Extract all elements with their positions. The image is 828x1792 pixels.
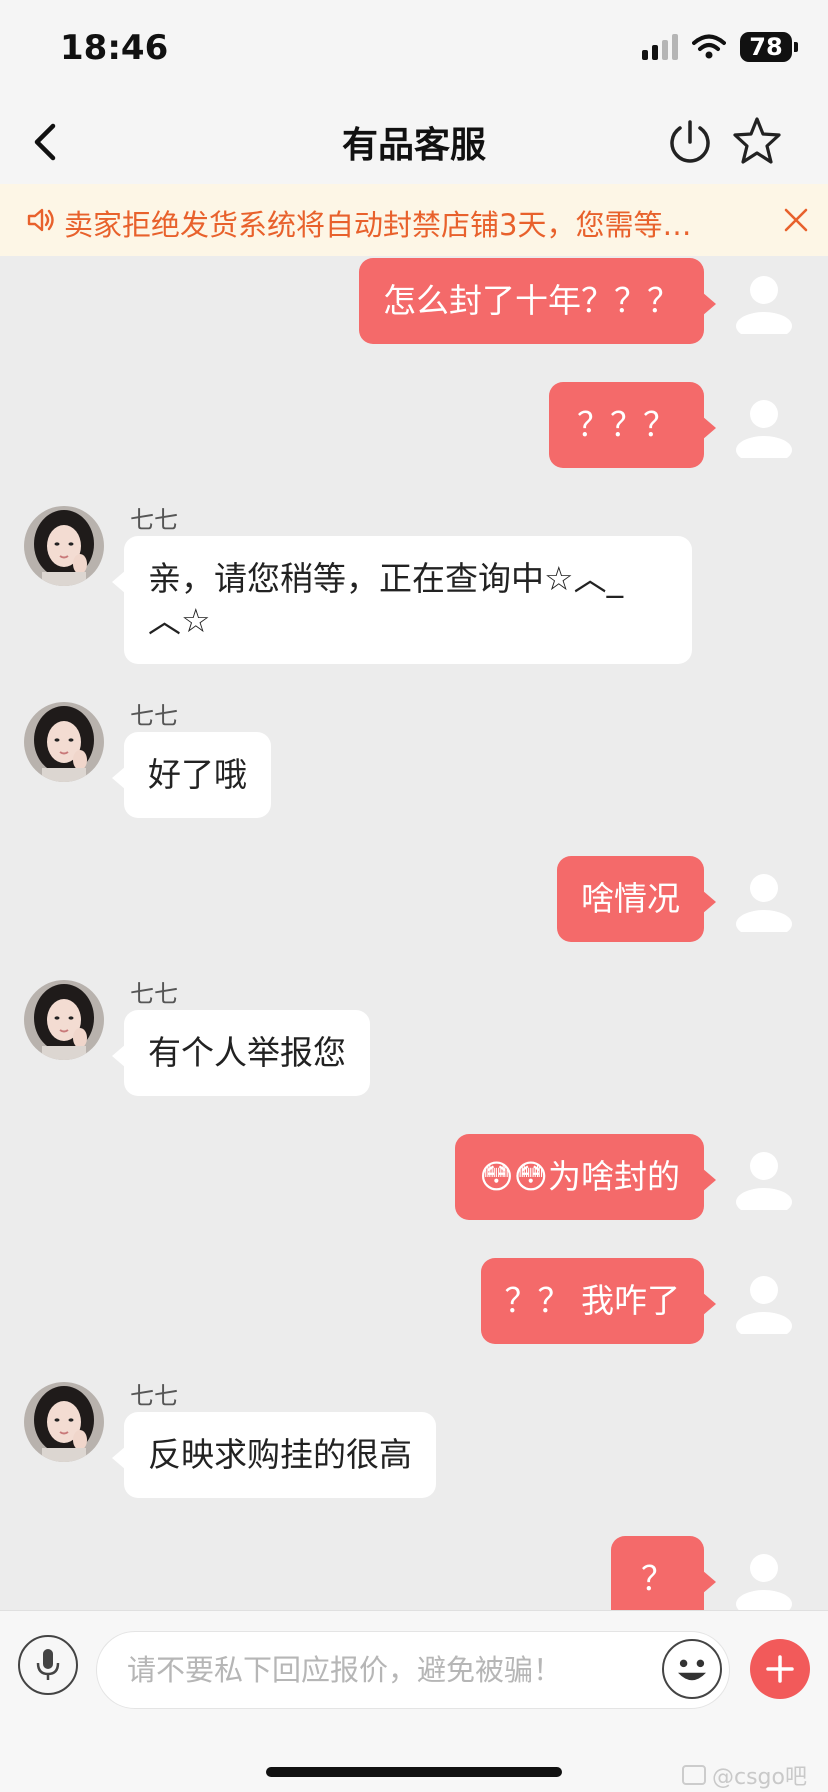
emoji-icon[interactable]: [662, 1639, 722, 1699]
agent-avatar[interactable]: [24, 980, 104, 1060]
outgoing-message[interactable]: ？？？: [549, 382, 716, 468]
add-attachment-button[interactable]: [750, 1639, 810, 1699]
power-icon[interactable]: [664, 116, 716, 168]
sender-name: 七七: [130, 702, 178, 730]
outgoing-message[interactable]: 😳😳为啥封的: [455, 1134, 716, 1220]
voice-input-button[interactable]: [18, 1635, 78, 1695]
user-avatar-icon[interactable]: [732, 394, 796, 458]
incoming-message[interactable]: 有个人举报您: [112, 1010, 370, 1096]
agent-avatar-image: [24, 506, 104, 586]
star-outline-icon[interactable]: [730, 114, 784, 168]
sender-name: 七七: [130, 1382, 178, 1410]
incoming-message[interactable]: 好了哦: [112, 732, 271, 818]
watermark-logo-icon: [682, 1765, 706, 1785]
user-avatar-icon[interactable]: [732, 270, 796, 334]
message-input[interactable]: [96, 1631, 730, 1709]
outgoing-message[interactable]: 怎么封了十年？？？: [359, 258, 716, 344]
agent-avatar-image: [24, 702, 104, 782]
incoming-message[interactable]: 亲，请您稍等，正在查询中☆︿_︿☆: [112, 536, 692, 664]
agent-avatar[interactable]: [24, 702, 104, 782]
incoming-message[interactable]: 反映求购挂的很高: [112, 1412, 436, 1498]
outgoing-message[interactable]: ？: [611, 1536, 716, 1610]
user-avatar-icon[interactable]: [732, 1146, 796, 1210]
status-bar: 18:46 78: [0, 0, 828, 100]
watermark: @csgo吧: [682, 1759, 807, 1791]
sender-name: 七七: [130, 980, 178, 1008]
agent-avatar[interactable]: [24, 1382, 104, 1462]
user-avatar-icon[interactable]: [732, 1270, 796, 1334]
agent-avatar[interactable]: [24, 506, 104, 586]
notice-banner[interactable]: 卖家拒绝发货系统将自动封禁店铺3天，您需等…: [0, 184, 828, 256]
agent-avatar-image: [24, 980, 104, 1060]
outgoing-message[interactable]: ？？ 我咋了: [480, 1258, 716, 1344]
notice-text: 卖家拒绝发货系统将自动封禁店铺3天，您需等…: [64, 208, 692, 242]
chat-area[interactable]: 怎么封了十年？？？ ？？？ 七七 亲，请您稍等，正在查询中☆︿_︿☆ 七七 好了…: [0, 256, 828, 1610]
agent-avatar-image: [24, 1382, 104, 1462]
user-avatar-icon[interactable]: [732, 1548, 796, 1610]
microphone-icon: [36, 1649, 60, 1680]
status-time: 18:46: [60, 28, 169, 68]
battery-indicator: 78: [740, 32, 798, 62]
nav-bar: 有品客服: [0, 100, 828, 184]
home-indicator[interactable]: [266, 1767, 562, 1777]
wifi-icon: [692, 34, 726, 59]
close-icon[interactable]: [780, 204, 812, 236]
user-avatar-icon[interactable]: [732, 868, 796, 932]
sender-name: 七七: [130, 506, 178, 534]
watermark-text: @csgo吧: [712, 1765, 807, 1790]
cellular-signal-icon: [642, 34, 678, 60]
status-icons: 78: [642, 32, 798, 62]
speaker-icon: [27, 208, 54, 232]
outgoing-message[interactable]: 啥情况: [557, 856, 716, 942]
plus-icon: [766, 1655, 794, 1683]
input-bar: @csgo吧: [0, 1610, 828, 1792]
